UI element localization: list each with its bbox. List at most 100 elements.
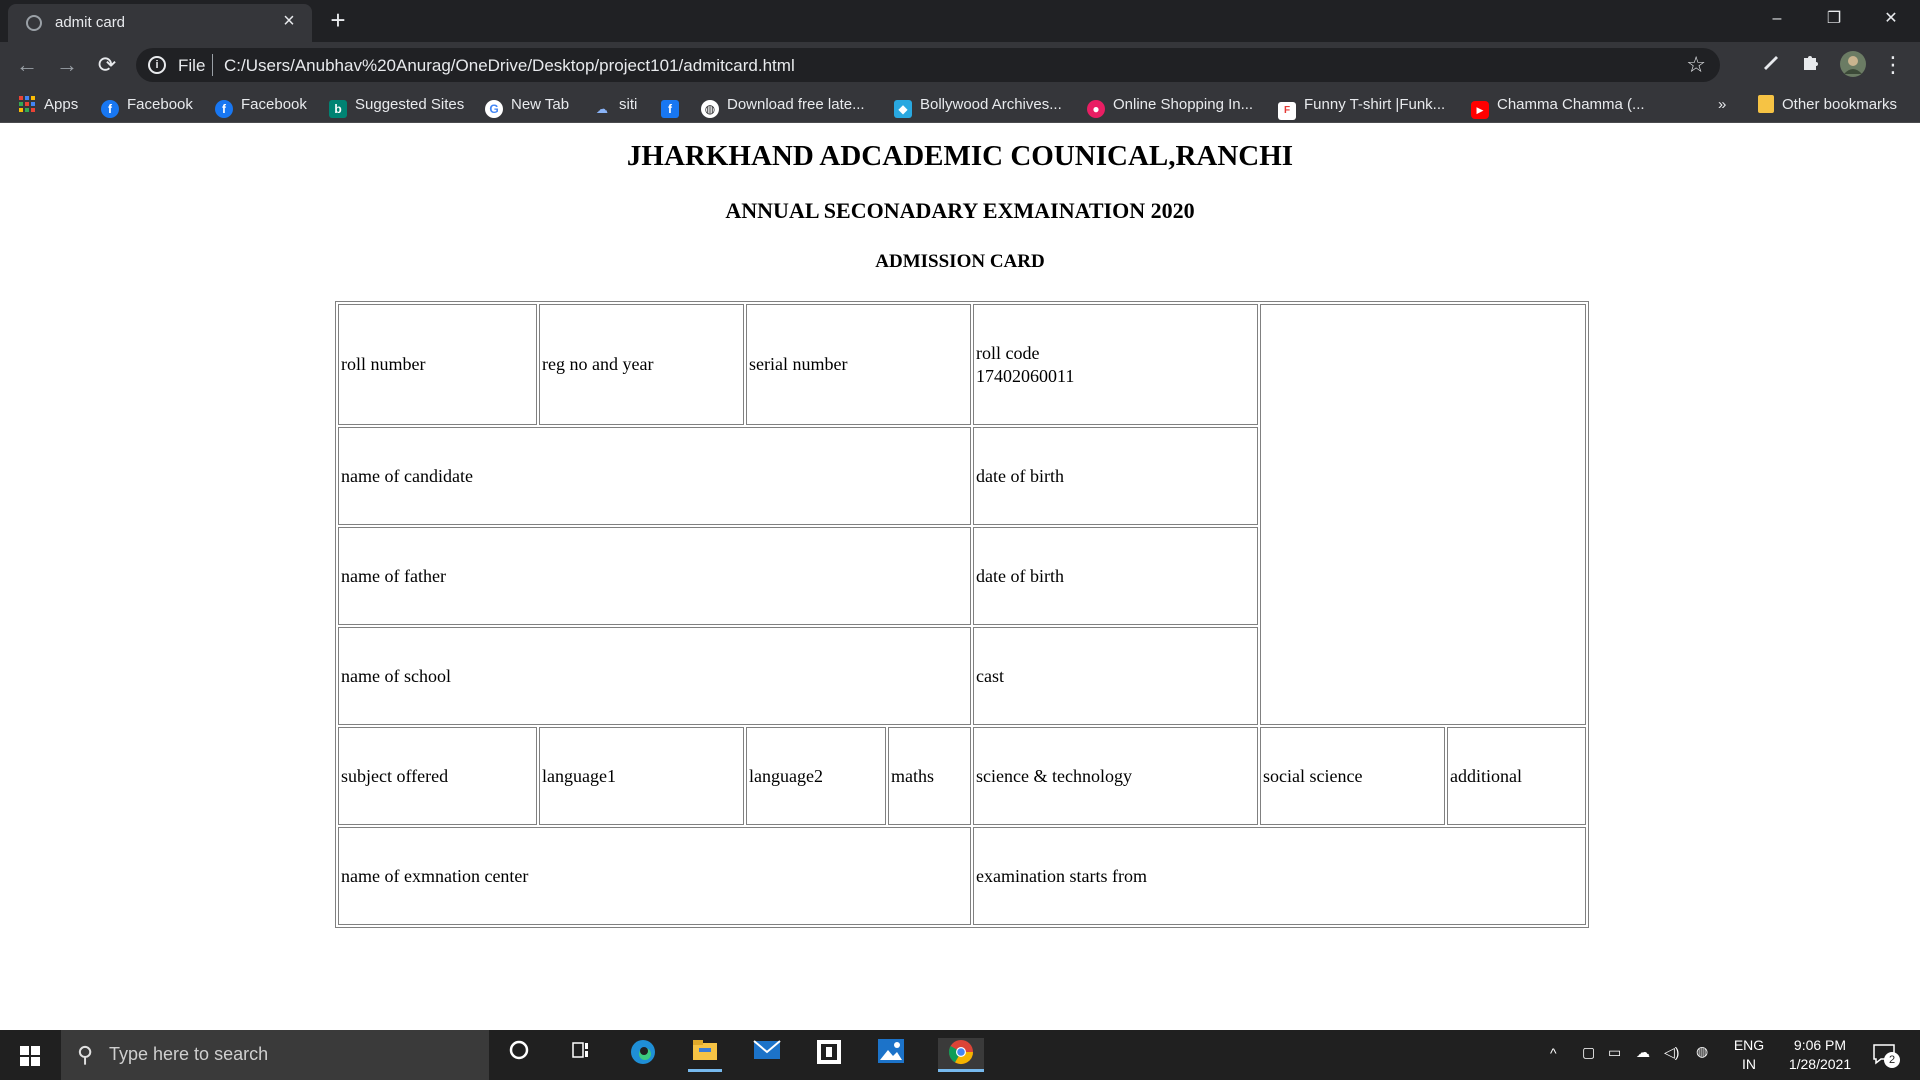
bookmark-label: Facebook [241, 96, 307, 113]
roll-code-value: 17402060011 [976, 365, 1075, 386]
taskbar-search-box[interactable]: ⚲ Type here to search [61, 1030, 489, 1080]
table-row: name of exmnation center examination sta… [338, 827, 1586, 925]
edge-browser-icon[interactable] [626, 1038, 660, 1072]
subject-offered-cell: subject offered [338, 727, 537, 825]
cast-cell: cast [973, 627, 1258, 725]
input-language[interactable]: ENG IN [1732, 1036, 1766, 1080]
cortana-icon[interactable] [502, 1038, 536, 1072]
browser-tab[interactable]: admit card × [8, 4, 312, 42]
bookmark-facebook-1[interactable]: f Facebook [101, 94, 193, 118]
task-view-icon[interactable] [564, 1038, 598, 1072]
subject-cell: additional [1447, 727, 1586, 825]
windows-start-icon[interactable] [20, 1046, 40, 1066]
reg-no-year-cell: reg no and year [539, 304, 744, 425]
bookmark-chamma-chamma[interactable]: ▶ Chamma Chamma (... [1471, 94, 1645, 119]
bookmark-new-tab[interactable]: G New Tab [485, 94, 570, 118]
reload-icon[interactable]: ⟳ [92, 50, 122, 80]
google-icon: G [485, 100, 503, 118]
bookmark-label: Funny T-shirt |Funk... [1304, 96, 1446, 113]
candidate-name-cell: name of candidate [338, 427, 971, 525]
bookmark-facebook-3[interactable]: f [661, 94, 687, 118]
bookmark-star-icon[interactable]: ☆ [1686, 52, 1706, 78]
clock[interactable]: 9:06 PM 1/28/2021 [1770, 1036, 1870, 1080]
date-of-birth-cell: date of birth [973, 427, 1258, 525]
new-tab-icon[interactable]: + [324, 6, 352, 34]
bing-icon: b [329, 100, 347, 118]
tab-strip: admit card × + – ❐ ✕ [0, 0, 1920, 42]
store-icon[interactable] [812, 1038, 846, 1072]
bookmarks-bar: Apps f Facebook f Facebook b Suggested Site… [0, 87, 1920, 123]
roll-code-label: roll code [976, 342, 1040, 363]
menu-kebab-icon[interactable]: ⋮ [1878, 50, 1908, 80]
bookmark-download-free[interactable]: ◍ Download free late... [701, 94, 865, 118]
school-name-cell: name of school [338, 627, 971, 725]
forward-icon[interactable]: → [52, 50, 82, 80]
battery-icon[interactable]: ▭ [1608, 1044, 1621, 1080]
page-title: JHARKHAND ADCADEMIC COUNICAL,RANCHI [626, 140, 1294, 172]
cloud-icon: ☁ [596, 102, 608, 116]
bookmark-funny-tshirt[interactable]: F Funny T-shirt |Funk... [1278, 94, 1446, 120]
restore-icon[interactable]: ❐ [1805, 0, 1863, 38]
profile-avatar-icon[interactable] [1838, 50, 1868, 80]
site-info-icon[interactable]: i [148, 56, 166, 74]
photo-cell [1260, 304, 1586, 725]
action-center-icon[interactable]: 2 [1872, 1042, 1902, 1080]
volume-icon[interactable]: ◁) [1664, 1044, 1679, 1080]
divider [212, 54, 213, 76]
subject-cell: social science [1260, 727, 1445, 825]
window-close-icon[interactable]: ✕ [1862, 0, 1920, 38]
facebook-icon: f [661, 100, 679, 118]
bookmark-suggested-sites[interactable]: b Suggested Sites [329, 94, 465, 118]
bookmark-facebook-2[interactable]: f Facebook [215, 94, 307, 118]
photos-icon[interactable] [874, 1038, 908, 1072]
search-icon: ⚲ [77, 1042, 94, 1067]
globe-icon: ◍ [701, 100, 719, 118]
admit-card-table: roll number reg no and year serial numbe… [335, 301, 1589, 928]
bookmark-label: Download free late... [727, 96, 865, 113]
subject-cell: maths [888, 727, 971, 825]
show-hidden-icons-icon[interactable]: ^ [1550, 1045, 1557, 1080]
funky-icon: F [1278, 102, 1296, 120]
browser-toolbar: ← → ⟳ i File C:/Users/Anubhav%20Anurag/O… [0, 42, 1920, 87]
mail-icon[interactable] [750, 1038, 784, 1072]
subject-cell: language2 [746, 727, 886, 825]
bookmark-label: Facebook [127, 96, 193, 113]
bookmark-siti[interactable]: ☁ siti [593, 94, 637, 116]
bookmark-label: Chamma Chamma (... [1497, 96, 1645, 113]
windows-taskbar: ⚲ Type here to search ^ ▢ ▭ ☁ ◁) ◍ ENG I… [0, 1030, 1920, 1080]
meet-now-icon[interactable]: ▢ [1582, 1044, 1595, 1080]
card-title: ADMISSION CARD [875, 251, 1045, 272]
chrome-icon[interactable] [938, 1038, 984, 1072]
language-globe-icon[interactable]: ◍ [1696, 1043, 1708, 1080]
url-text[interactable]: C:/Users/Anubhav%20Anurag/OneDrive/Deskt… [224, 56, 795, 76]
bookmark-label: siti [619, 96, 638, 113]
region-code: IN [1742, 1056, 1756, 1072]
bookmark-online-shopping[interactable]: ● Online Shopping In... [1087, 94, 1253, 118]
subject-cell: language1 [539, 727, 744, 825]
notification-badge: 2 [1884, 1052, 1900, 1068]
bookmark-apps[interactable]: Apps [18, 94, 78, 116]
date-of-birth-cell: date of birth [973, 527, 1258, 625]
facebook-icon: f [215, 100, 233, 118]
bookmark-bollywood-archives[interactable]: ◆ Bollywood Archives... [894, 94, 1062, 118]
bookmark-label: Bollywood Archives... [920, 96, 1062, 113]
clock-date: 1/28/2021 [1788, 1056, 1852, 1072]
file-explorer-icon[interactable] [688, 1038, 722, 1072]
father-name-cell: name of father [338, 527, 971, 625]
bookmark-other-bookmarks[interactable]: Other bookmarks [1758, 94, 1897, 116]
bookmark-label: Suggested Sites [355, 96, 465, 113]
serial-number-cell: serial number [746, 304, 971, 425]
site-icon: ◆ [894, 100, 912, 118]
bookmarks-overflow-icon[interactable]: » [1718, 94, 1726, 116]
exam-center-cell: name of exmnation center [338, 827, 971, 925]
bookmark-label: New Tab [511, 96, 570, 113]
tab-close-icon[interactable]: × [278, 10, 300, 32]
extensions-puzzle-icon[interactable] [1796, 50, 1826, 80]
roll-number-cell: roll number [338, 304, 537, 425]
url-scheme-label: File [178, 56, 206, 75]
back-icon[interactable]: ← [12, 50, 42, 80]
pen-extension-icon[interactable] [1756, 50, 1786, 80]
address-bar[interactable]: i File C:/Users/Anubhav%20Anurag/OneDriv… [136, 48, 1720, 82]
minimize-icon[interactable]: – [1748, 0, 1806, 38]
network-icon[interactable]: ☁ [1636, 1044, 1650, 1080]
